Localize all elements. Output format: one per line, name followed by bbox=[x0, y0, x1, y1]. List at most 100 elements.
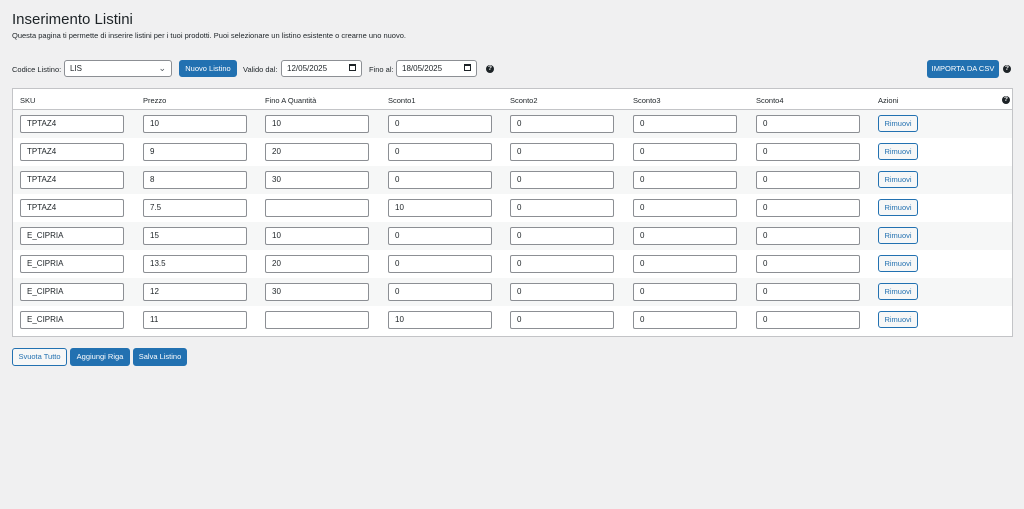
rimuovi-button[interactable]: Rimuovi bbox=[878, 227, 918, 244]
sconto2-input[interactable]: 0 bbox=[510, 115, 614, 133]
prezzo-input[interactable]: 12 bbox=[143, 283, 247, 301]
fino-a-quantita-input[interactable]: 20 bbox=[265, 255, 369, 273]
fino-a-quantita-input[interactable]: 30 bbox=[265, 171, 369, 189]
sku-input[interactable]: E_CIPRIA bbox=[20, 283, 124, 301]
sconto2-input[interactable]: 0 bbox=[510, 199, 614, 217]
fino-a-quantita-input[interactable]: 10 bbox=[265, 227, 369, 245]
codice-listino-value: LIS bbox=[70, 64, 83, 73]
sconto3-input[interactable]: 0 bbox=[633, 283, 737, 301]
table-row: E_CIPRIA 15 10 0 0 0 0 Rimuovi bbox=[13, 222, 1012, 250]
table-row: TPTAZ4 9 20 0 0 0 0 Rimuovi bbox=[13, 138, 1012, 166]
sku-input[interactable]: E_CIPRIA bbox=[20, 311, 124, 329]
sconto4-input[interactable]: 0 bbox=[756, 311, 860, 329]
prezzo-input[interactable]: 9 bbox=[143, 143, 247, 161]
page-description: Questa pagina ti permette di inserire li… bbox=[12, 31, 406, 40]
fino-al-date-input[interactable]: 18/05/2025 bbox=[396, 60, 477, 77]
column-header-azioni: Azioni bbox=[878, 96, 899, 105]
importa-csv-button[interactable]: IMPORTA DA CSV bbox=[927, 60, 999, 78]
sku-input[interactable]: E_CIPRIA bbox=[20, 255, 124, 273]
rimuovi-button[interactable]: Rimuovi bbox=[878, 311, 918, 328]
codice-listino-select[interactable]: LIS ⌄ bbox=[64, 60, 172, 77]
table-row: TPTAZ4 8 30 0 0 0 0 Rimuovi bbox=[13, 166, 1012, 194]
rimuovi-button[interactable]: Rimuovi bbox=[878, 255, 918, 272]
sconto4-input[interactable]: 0 bbox=[756, 115, 860, 133]
page-title: Inserimento Listini bbox=[12, 11, 133, 28]
table-header: SKU Prezzo Fino A Quantità Sconto1 Scont… bbox=[13, 89, 1012, 110]
aggiungi-riga-button[interactable]: Aggiungi Riga bbox=[70, 348, 130, 366]
rimuovi-button[interactable]: Rimuovi bbox=[878, 115, 918, 132]
sconto1-input[interactable]: 0 bbox=[388, 171, 492, 189]
sconto4-input[interactable]: 0 bbox=[756, 143, 860, 161]
sku-input[interactable]: TPTAZ4 bbox=[20, 143, 124, 161]
sconto3-input[interactable]: 0 bbox=[633, 171, 737, 189]
help-icon[interactable]: ? bbox=[1002, 96, 1010, 104]
sconto1-input[interactable]: 0 bbox=[388, 227, 492, 245]
sconto3-input[interactable]: 0 bbox=[633, 311, 737, 329]
sconto1-input[interactable]: 10 bbox=[388, 199, 492, 217]
column-header-sconto2: Sconto2 bbox=[510, 96, 538, 105]
sconto1-input[interactable]: 0 bbox=[388, 255, 492, 273]
sconto2-input[interactable]: 0 bbox=[510, 283, 614, 301]
fino-a-quantita-input[interactable]: 10 bbox=[265, 115, 369, 133]
sconto3-input[interactable]: 0 bbox=[633, 115, 737, 133]
fino-a-quantita-input[interactable]: 20 bbox=[265, 143, 369, 161]
column-header-sconto3: Sconto3 bbox=[633, 96, 661, 105]
prezzo-input[interactable]: 7.5 bbox=[143, 199, 247, 217]
sconto1-input[interactable]: 10 bbox=[388, 311, 492, 329]
sconto4-input[interactable]: 0 bbox=[756, 283, 860, 301]
calendar-icon[interactable] bbox=[349, 64, 356, 71]
listino-table: SKU Prezzo Fino A Quantità Sconto1 Scont… bbox=[12, 88, 1013, 337]
rimuovi-button[interactable]: Rimuovi bbox=[878, 199, 918, 216]
nuovo-listino-button[interactable]: Nuovo Listino bbox=[179, 60, 237, 77]
salva-listino-button[interactable]: Salva Listino bbox=[133, 348, 187, 366]
prezzo-input[interactable]: 10 bbox=[143, 115, 247, 133]
column-header-fino-a-quantita: Fino A Quantità bbox=[265, 96, 317, 105]
column-header-sku: SKU bbox=[20, 96, 36, 105]
sconto2-input[interactable]: 0 bbox=[510, 255, 614, 273]
column-header-sconto4: Sconto4 bbox=[756, 96, 784, 105]
sconto2-input[interactable]: 0 bbox=[510, 227, 614, 245]
rimuovi-button[interactable]: Rimuovi bbox=[878, 171, 918, 188]
sconto3-input[interactable]: 0 bbox=[633, 255, 737, 273]
sku-input[interactable]: E_CIPRIA bbox=[20, 227, 124, 245]
sconto1-input[interactable]: 0 bbox=[388, 115, 492, 133]
column-header-prezzo: Prezzo bbox=[143, 96, 167, 105]
prezzo-input[interactable]: 11 bbox=[143, 311, 247, 329]
calendar-icon[interactable] bbox=[464, 64, 471, 71]
sconto4-input[interactable]: 0 bbox=[756, 227, 860, 245]
sconto1-input[interactable]: 0 bbox=[388, 143, 492, 161]
fino-a-quantita-input[interactable] bbox=[265, 311, 369, 329]
fino-a-quantita-input[interactable]: 30 bbox=[265, 283, 369, 301]
fino-a-quantita-input[interactable] bbox=[265, 199, 369, 217]
table-row: E_CIPRIA 13.5 20 0 0 0 0 Rimuovi bbox=[13, 250, 1012, 278]
valido-dal-date-input[interactable]: 12/05/2025 bbox=[281, 60, 362, 77]
table-row: TPTAZ4 7.5 10 0 0 0 Rimuovi bbox=[13, 194, 1012, 222]
sconto2-input[interactable]: 0 bbox=[510, 171, 614, 189]
sconto4-input[interactable]: 0 bbox=[756, 171, 860, 189]
sconto3-input[interactable]: 0 bbox=[633, 143, 737, 161]
sconto3-input[interactable]: 0 bbox=[633, 199, 737, 217]
column-header-sconto1: Sconto1 bbox=[388, 96, 416, 105]
sconto1-input[interactable]: 0 bbox=[388, 283, 492, 301]
table-row: E_CIPRIA 11 10 0 0 0 Rimuovi bbox=[13, 306, 1012, 334]
prezzo-input[interactable]: 8 bbox=[143, 171, 247, 189]
sconto3-input[interactable]: 0 bbox=[633, 227, 737, 245]
rimuovi-button[interactable]: Rimuovi bbox=[878, 283, 918, 300]
rimuovi-button[interactable]: Rimuovi bbox=[878, 143, 918, 160]
fino-al-value: 18/05/2025 bbox=[402, 64, 443, 73]
prezzo-input[interactable]: 13.5 bbox=[143, 255, 247, 273]
help-icon[interactable]: ? bbox=[1003, 65, 1011, 73]
fino-al-label: Fino al: bbox=[369, 65, 394, 74]
sku-input[interactable]: TPTAZ4 bbox=[20, 199, 124, 217]
sconto4-input[interactable]: 0 bbox=[756, 199, 860, 217]
codice-listino-label: Codice Listino: bbox=[12, 65, 62, 74]
sconto2-input[interactable]: 0 bbox=[510, 143, 614, 161]
help-icon[interactable]: ? bbox=[486, 65, 494, 73]
sku-input[interactable]: TPTAZ4 bbox=[20, 115, 124, 133]
svuota-tutto-button[interactable]: Svuota Tutto bbox=[12, 348, 67, 366]
sku-input[interactable]: TPTAZ4 bbox=[20, 171, 124, 189]
sconto2-input[interactable]: 0 bbox=[510, 311, 614, 329]
valido-dal-label: Valido dal: bbox=[243, 65, 278, 74]
sconto4-input[interactable]: 0 bbox=[756, 255, 860, 273]
prezzo-input[interactable]: 15 bbox=[143, 227, 247, 245]
